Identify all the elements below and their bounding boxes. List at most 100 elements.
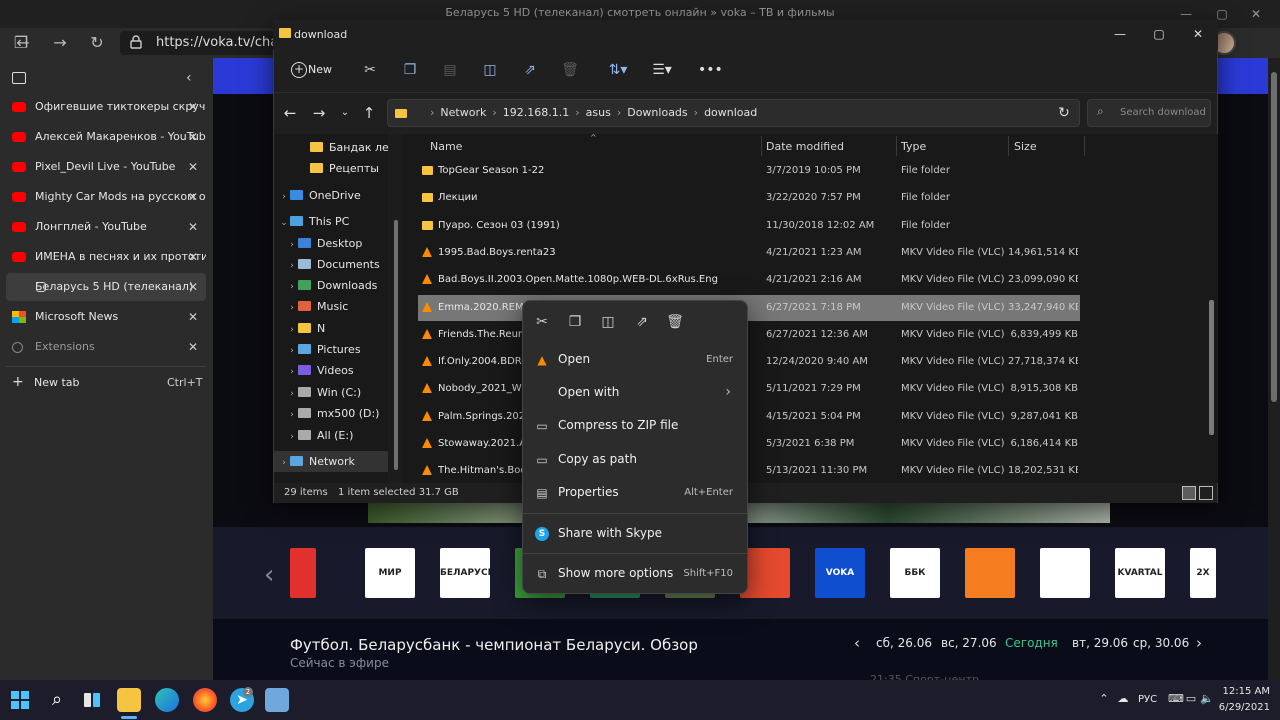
breadcrumb-segment[interactable]: asus [586, 106, 611, 119]
search-icon[interactable]: ⌕ [45, 688, 69, 712]
close-icon[interactable]: ✕ [186, 153, 200, 181]
channel-logo[interactable] [965, 548, 1015, 598]
column-divider[interactable] [896, 136, 897, 156]
tab-4[interactable]: Mighty Car Mods на русском от [6, 183, 206, 211]
ctx-compress-to-zip-file[interactable]: Compress to ZIP file [523, 409, 747, 442]
nav-item-this-pc[interactable]: ⌄ This PC [274, 211, 402, 232]
folder-row[interactable]: TopGear Season 1-22 3/7/2019 10:05 PM File… [418, 158, 1080, 184]
nav-item-win-c-[interactable]: › Win (C:) [274, 382, 402, 403]
nav-item-documents[interactable]: › Documents [274, 254, 402, 275]
nav-item-mx500-d-[interactable]: › mx500 (D:) [274, 403, 402, 424]
photos-icon[interactable] [265, 688, 289, 712]
day-tab[interactable]: вт, 29.06 [1072, 636, 1128, 650]
file-row[interactable]: Friends.The.Reunion 6/27/2021 12:36 AM MKV… [418, 322, 1080, 348]
ctx-open[interactable]: Open Enter [523, 343, 747, 376]
days-next-icon[interactable]: › [1196, 634, 1202, 652]
new-button[interactable]: New [286, 58, 342, 82]
file-row[interactable]: Bad.Boys.II.2003.Open.Matte.1080p.WEB-DL… [418, 267, 1080, 293]
firefox-icon[interactable] [193, 688, 217, 712]
clock-date[interactable]: 6/29/2021 [1208, 702, 1270, 713]
close-icon[interactable]: ✕ [186, 123, 200, 151]
tab-8[interactable]: Microsoft News [6, 303, 206, 331]
chevron-icon[interactable]: ⌄ [278, 213, 290, 232]
recent-locations-icon[interactable]: ⌄ [335, 103, 355, 123]
close-icon[interactable]: ✕ [186, 213, 200, 241]
refresh-button[interactable]: ↻ [1054, 103, 1074, 123]
file-explorer-icon[interactable] [117, 688, 141, 712]
breadcrumb-segment[interactable]: Network [440, 106, 486, 119]
channel-logo[interactable]: 2X [1190, 548, 1216, 598]
explorer-forward-button[interactable]: → [309, 103, 329, 123]
forward-button[interactable]: → [49, 34, 71, 52]
explorer-maximize-button[interactable]: ▢ [1144, 24, 1174, 44]
chevron-icon[interactable]: › [286, 235, 298, 254]
nav-item-music[interactable]: › Music [274, 296, 402, 317]
view-icon[interactable]: ☰▾ [648, 60, 676, 80]
nav-item-network[interactable]: › Network [274, 451, 402, 472]
breadcrumb-chevron-icon[interactable]: › [575, 106, 579, 119]
breadcrumb-segment[interactable]: download [704, 106, 757, 119]
channel-logo[interactable]: VOKA LIVE [815, 548, 865, 598]
tab-9[interactable]: Extensions [6, 333, 206, 361]
column-divider[interactable] [761, 136, 762, 156]
channel-logo[interactable]: KVARTAL TV [1115, 548, 1165, 598]
nav-item-n[interactable]: › N [274, 318, 402, 339]
tab-6[interactable]: ИМЕНА в песнях и их прототип [6, 243, 206, 271]
tiles-view-button[interactable] [1199, 486, 1213, 500]
explorer-back-button[interactable]: ← [280, 103, 300, 123]
breadcrumb-chevron-icon[interactable]: › [694, 106, 698, 119]
folder-row[interactable]: Лекции 3/22/2020 7:57 PM File folder [418, 185, 1080, 211]
day-tab[interactable]: ср, 30.06 [1133, 636, 1189, 650]
chevron-icon[interactable]: › [278, 187, 290, 206]
cloud-icon[interactable]: ☁ [1116, 692, 1130, 706]
ctx-share-with-skype[interactable]: Share with Skype [523, 517, 747, 550]
chevron-icon[interactable]: › [286, 362, 298, 381]
close-icon[interactable]: ✕ [186, 93, 200, 121]
breadcrumb-chevron-icon[interactable]: › [430, 106, 434, 119]
column-divider[interactable] [1008, 136, 1009, 156]
column-header-name[interactable]: Name [430, 140, 462, 153]
file-row[interactable]: 1995.Bad.Boys.renta23 4/21/2021 1:23 AM MK… [418, 240, 1080, 266]
nav-item-all-e-[interactable]: › All (E:) [274, 425, 402, 446]
channel-logo[interactable]: ББК [890, 548, 940, 598]
chevron-icon[interactable]: › [286, 298, 298, 317]
more-icon[interactable]: ••• [698, 60, 723, 80]
chevron-icon[interactable]: › [286, 320, 298, 339]
column-header-size[interactable]: Size [1014, 140, 1037, 153]
nav-item-рецепты[interactable]: Рецепты [274, 158, 402, 179]
network-icon[interactable]: ▭ [1184, 692, 1198, 706]
ctx-copy-icon[interactable]: ❐ [564, 312, 586, 332]
tab-3[interactable]: Pixel_Devil Live - YouTube [6, 153, 206, 181]
file-row[interactable]: Palm.Springs.2020.E 4/15/2021 5:04 PM MKV … [418, 404, 1080, 430]
reload-button[interactable]: ↻ [86, 34, 108, 52]
paste-icon[interactable]: ▤ [440, 60, 460, 80]
chevron-icon[interactable]: › [286, 405, 298, 424]
breadcrumb-segment[interactable]: 192.168.1.1 [503, 106, 569, 119]
folder-row[interactable]: Пуаро. Сезон 03 (1991) 11/30/2018 12:02 A… [418, 213, 1080, 239]
close-icon[interactable]: ✕ [186, 303, 200, 331]
close-icon[interactable]: ✕ [186, 243, 200, 271]
nav-item-desktop[interactable]: › Desktop [274, 233, 402, 254]
collapse-sidebar-icon[interactable]: ‹ [186, 70, 192, 86]
breadcrumb[interactable]: › Network › 192.168.1.1 › asus › Downloads › down… [387, 99, 1080, 127]
details-view-button[interactable] [1182, 486, 1196, 500]
nav-item-pictures[interactable]: › Pictures [274, 339, 402, 360]
chevron-icon[interactable]: › [286, 427, 298, 446]
nav-item-onedrive[interactable]: › OneDrive [274, 185, 402, 206]
file-row[interactable]: The.Hitman's.Bodyg 5/13/2021 11:30 PM MKV … [418, 458, 1080, 484]
windows-start-icon[interactable] [10, 690, 30, 710]
channel-logo[interactable]: БЕЛАРУСЬ [440, 548, 490, 598]
task-view-icon[interactable] [82, 690, 102, 710]
tab-1[interactable]: Офигевшие тиктокеры скручив [6, 93, 206, 121]
channel-logo[interactable] [290, 548, 316, 598]
day-tab[interactable]: Сегодня [1005, 636, 1058, 650]
chevron-icon[interactable]: › [286, 341, 298, 360]
breadcrumb-chevron-icon[interactable]: › [617, 106, 621, 119]
new-tab-button[interactable]: New tab Ctrl+T [6, 369, 206, 397]
up-button[interactable]: ↑ [359, 103, 379, 123]
day-tab[interactable]: сб, 26.06 [876, 636, 932, 650]
page-scroll-thumb[interactable] [1271, 72, 1277, 402]
chevron-icon[interactable]: › [286, 256, 298, 275]
address-bar[interactable]: https://voka.tv/channe [120, 31, 280, 55]
ctx-rename-icon[interactable]: ◫ [597, 312, 619, 332]
